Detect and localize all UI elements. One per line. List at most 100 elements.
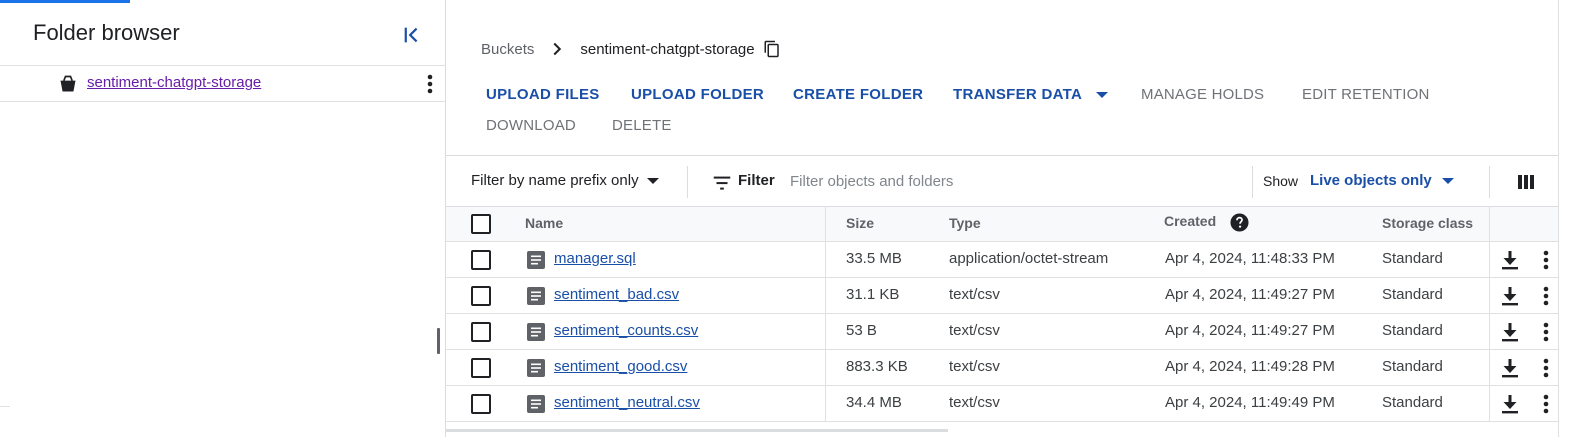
more-vert-icon[interactable] — [1537, 393, 1555, 415]
file-icon — [527, 251, 545, 269]
object-type: text/csv — [949, 358, 1000, 375]
edit-retention-button[interactable]: EDIT RETENTION — [1302, 86, 1430, 103]
help-icon[interactable] — [1230, 213, 1249, 232]
more-vert-icon[interactable] — [421, 73, 439, 95]
delete-button[interactable]: DELETE — [612, 117, 672, 134]
collapse-panel-icon[interactable] — [401, 24, 423, 46]
row-checkbox[interactable] — [471, 322, 491, 342]
column-header-name[interactable]: Name — [525, 215, 563, 231]
transfer-data-label: TRANSFER DATA — [953, 86, 1082, 103]
object-size: 53 B — [846, 322, 877, 339]
object-name-link[interactable]: manager.sql — [554, 250, 636, 267]
column-header-created-label: Created — [1164, 213, 1217, 230]
download-button[interactable]: DOWNLOAD — [486, 117, 576, 134]
object-name-link[interactable]: sentiment_bad.csv — [554, 286, 679, 303]
table-row[interactable]: sentiment_good.csv 883.3 KB text/csv Apr… — [446, 350, 1558, 386]
show-objects-select[interactable]: Live objects only — [1310, 172, 1454, 189]
divider — [0, 406, 10, 407]
object-storage-class: Standard — [1382, 358, 1443, 375]
row-checkbox[interactable] — [471, 394, 491, 414]
create-folder-button[interactable]: CREATE FOLDER — [793, 86, 923, 103]
object-name-link[interactable]: sentiment_neutral.csv — [554, 394, 700, 411]
divider — [1558, 0, 1559, 437]
arrow-drop-down-icon — [1441, 177, 1454, 184]
folder-browser-header: Folder browser — [0, 0, 446, 66]
more-vert-icon[interactable] — [1537, 285, 1555, 307]
manage-holds-button[interactable]: MANAGE HOLDS — [1141, 86, 1264, 103]
column-header-type[interactable]: Type — [949, 215, 981, 231]
column-header-size[interactable]: Size — [846, 215, 874, 231]
table-row[interactable]: sentiment_neutral.csv 34.4 MB text/csv A… — [446, 386, 1558, 422]
tree-item-bucket[interactable]: sentiment-chatgpt-storage — [0, 66, 446, 102]
download-icon[interactable] — [1501, 286, 1519, 306]
object-created: Apr 4, 2024, 11:49:27 PM — [1165, 286, 1335, 303]
download-icon[interactable] — [1501, 250, 1519, 270]
chevron-right-icon — [553, 42, 562, 56]
object-storage-class: Standard — [1382, 250, 1443, 267]
transfer-data-button[interactable]: TRANSFER DATA — [953, 86, 1109, 103]
panel-resize-handle[interactable] — [437, 328, 440, 354]
table-row[interactable]: sentiment_bad.csv 31.1 KB text/csv Apr 4… — [446, 278, 1558, 314]
folder-browser-panel: Folder browser sentiment-chatgpt-storage — [0, 0, 446, 437]
file-icon — [527, 287, 545, 305]
more-vert-icon[interactable] — [1537, 357, 1555, 379]
show-objects-value: Live objects only — [1310, 172, 1432, 189]
row-checkbox[interactable] — [471, 286, 491, 306]
object-storage-class: Standard — [1382, 322, 1443, 339]
column-divider — [1489, 207, 1490, 422]
filter-label: Filter — [738, 172, 775, 189]
column-divider[interactable] — [825, 207, 826, 422]
object-size: 31.1 KB — [846, 286, 900, 303]
row-checkbox[interactable] — [471, 358, 491, 378]
divider — [1489, 166, 1490, 198]
bucket-icon — [60, 75, 76, 92]
object-size: 34.4 MB — [846, 394, 902, 411]
breadcrumb: Buckets sentiment-chatgpt-storage — [481, 38, 781, 60]
select-all-checkbox[interactable] — [471, 214, 491, 234]
object-size: 33.5 MB — [846, 250, 902, 267]
column-header-storage-class[interactable]: Storage class — [1382, 215, 1473, 231]
horizontal-scrollbar[interactable] — [446, 429, 948, 432]
filter-mode-label: Filter by name prefix only — [471, 172, 639, 189]
more-vert-icon[interactable] — [1537, 249, 1555, 271]
object-created: Apr 4, 2024, 11:49:27 PM — [1165, 322, 1335, 339]
filter-objects-input[interactable] — [790, 168, 1240, 194]
object-created: Apr 4, 2024, 11:49:49 PM — [1165, 394, 1335, 411]
object-type: text/csv — [949, 286, 1000, 303]
divider — [1252, 166, 1253, 198]
column-display-icon[interactable] — [1516, 172, 1536, 192]
object-name-link[interactable]: sentiment_good.csv — [554, 358, 687, 375]
table-row[interactable]: manager.sql 33.5 MB application/octet-st… — [446, 242, 1558, 278]
object-type: text/csv — [949, 322, 1000, 339]
download-icon[interactable] — [1501, 394, 1519, 414]
column-header-created[interactable]: Created — [1164, 213, 1249, 232]
object-type: text/csv — [949, 394, 1000, 411]
file-icon — [527, 395, 545, 413]
folder-browser-title: Folder browser — [33, 20, 180, 45]
object-created: Apr 4, 2024, 11:48:33 PM — [1165, 250, 1335, 267]
object-size: 883.3 KB — [846, 358, 908, 375]
object-name-link[interactable]: sentiment_counts.csv — [554, 322, 698, 339]
breadcrumb-current-bucket: sentiment-chatgpt-storage — [580, 40, 755, 58]
upload-files-button[interactable]: UPLOAD FILES — [486, 86, 600, 103]
arrow-drop-down-icon — [646, 177, 659, 184]
row-checkbox[interactable] — [471, 250, 491, 270]
file-icon — [527, 323, 545, 341]
filter-mode-select[interactable]: Filter by name prefix only — [471, 172, 659, 189]
arrow-drop-down-icon — [1096, 92, 1109, 99]
object-type: application/octet-stream — [949, 250, 1109, 267]
table-header-row: Name Size Type Created Storage class — [446, 207, 1558, 242]
filter-list-icon — [713, 176, 731, 190]
object-created: Apr 4, 2024, 11:49:28 PM — [1165, 358, 1335, 375]
breadcrumb-buckets-link[interactable]: Buckets — [481, 41, 534, 58]
show-label: Show — [1263, 173, 1299, 189]
filter-bar: Filter by name prefix only Filter Show L… — [446, 155, 1558, 207]
upload-folder-button[interactable]: UPLOAD FOLDER — [631, 86, 764, 103]
divider — [687, 166, 688, 198]
tree-item-label[interactable]: sentiment-chatgpt-storage — [87, 74, 261, 91]
table-row[interactable]: sentiment_counts.csv 53 B text/csv Apr 4… — [446, 314, 1558, 350]
download-icon[interactable] — [1501, 322, 1519, 342]
more-vert-icon[interactable] — [1537, 321, 1555, 343]
download-icon[interactable] — [1501, 358, 1519, 378]
copy-icon[interactable] — [763, 40, 781, 58]
